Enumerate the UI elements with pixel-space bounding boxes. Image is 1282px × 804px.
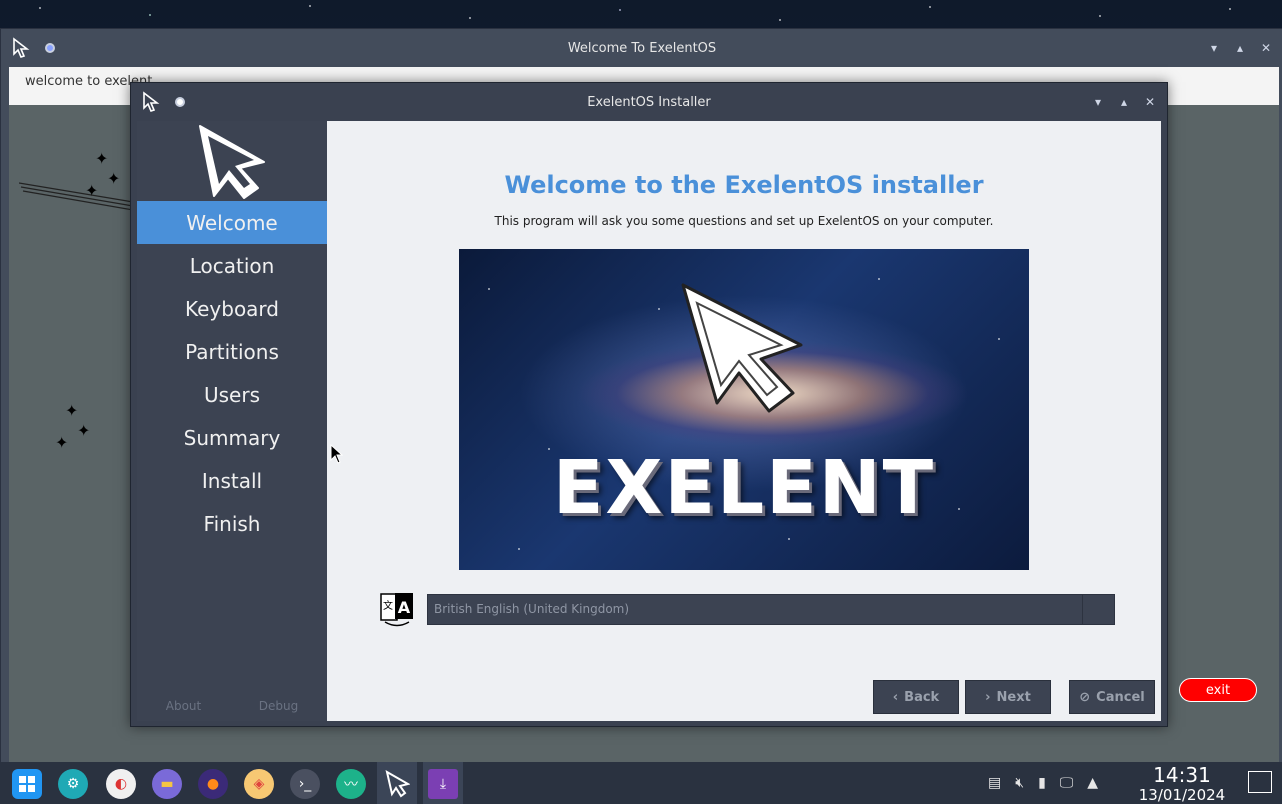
- navigation-buttons: ‹ Back › Next ⊘ Cancel: [327, 680, 1161, 714]
- system-monitor-icon[interactable]: 〰: [336, 769, 366, 799]
- sidebar-logo: [137, 121, 327, 201]
- language-select[interactable]: British English (United Kingdom): [427, 594, 1115, 625]
- debug-button[interactable]: Debug: [259, 699, 298, 713]
- language-select-value: British English (United Kingdom): [434, 602, 630, 616]
- exelent-icon[interactable]: [382, 769, 412, 799]
- sidebar-item-finish[interactable]: Finish: [137, 502, 327, 545]
- pin-icon[interactable]: [45, 43, 55, 53]
- mouse-pointer-icon: [330, 444, 344, 464]
- maximize-icon[interactable]: ▴: [1115, 93, 1133, 111]
- sparkle-icon: ✦: [85, 181, 99, 200]
- files-icon[interactable]: ▬: [152, 769, 182, 799]
- svg-text:文: 文: [383, 599, 393, 612]
- firefox-icon[interactable]: ●: [198, 769, 228, 799]
- clock-date[interactable]: 13/01/2024: [1134, 786, 1230, 804]
- about-button[interactable]: About: [166, 699, 201, 713]
- close-icon[interactable]: ✕: [1257, 39, 1275, 57]
- sidebar-item-partitions[interactable]: Partitions: [137, 330, 327, 373]
- sidebar-item-location[interactable]: Location: [137, 244, 327, 287]
- cursor-logo-icon: [681, 283, 803, 413]
- sidebar-item-users[interactable]: Users: [137, 373, 327, 416]
- dropdown-arrow-icon[interactable]: [1082, 595, 1114, 624]
- cancel-button-label: Cancel: [1096, 689, 1145, 705]
- installer-window: ExelentOS Installer ▾ ▴ ✕ Welcome Locati…: [130, 82, 1168, 727]
- back-button[interactable]: ‹ Back: [873, 680, 959, 714]
- sidebar-item-summary[interactable]: Summary: [137, 416, 327, 459]
- language-row: A 文 British English (United Kingdom): [379, 591, 1119, 627]
- cursor-logo-icon: [199, 125, 265, 199]
- installer-sidebar: Welcome Location Keyboard Partitions Use…: [137, 121, 327, 721]
- sparkle-icon: ✦: [107, 169, 121, 188]
- toggle-app-icon[interactable]: ◐: [106, 769, 136, 799]
- usb-icon[interactable]: ▮: [1038, 775, 1046, 791]
- clipboard-icon[interactable]: ▤: [988, 775, 1001, 791]
- clock-time[interactable]: 14:31: [1150, 763, 1214, 787]
- welcome-window-title: Welcome To ExelentOS: [567, 40, 717, 56]
- store-icon[interactable]: ◈: [244, 769, 274, 799]
- cursor-logo-icon: [13, 37, 30, 58]
- system-tray: ▤ 🔇︎ ▮ 🖵︎ ▲: [988, 762, 1098, 804]
- cancel-button[interactable]: ⊘ Cancel: [1069, 680, 1155, 714]
- chevron-right-icon: ›: [985, 689, 991, 705]
- sparkle-icon: ✦: [65, 401, 79, 420]
- next-button-label: Next: [996, 689, 1031, 705]
- settings-icon[interactable]: ⚙: [58, 769, 88, 799]
- taskbar: ⚙ ◐ ▬ ● ◈ ›_ 〰 ⤓ ▤ 🔇︎ ▮ 🖵︎ ▲ 14:31 13/01…: [0, 762, 1282, 804]
- back-button-label: Back: [904, 689, 940, 705]
- next-button[interactable]: › Next: [965, 680, 1051, 714]
- pin-icon[interactable]: [175, 97, 185, 107]
- terminal-icon[interactable]: ›_: [290, 769, 320, 799]
- mute-icon[interactable]: 🔇︎: [1015, 775, 1024, 791]
- minimize-icon[interactable]: ▾: [1205, 39, 1223, 57]
- sparkle-icon: ✦: [77, 421, 91, 440]
- installer-titlebar[interactable]: ExelentOS Installer ▾ ▴ ✕: [131, 83, 1167, 121]
- translate-icon: A 文: [380, 593, 413, 627]
- start-menu-icon[interactable]: [12, 769, 42, 799]
- cancel-icon: ⊘: [1079, 689, 1091, 705]
- close-icon[interactable]: ✕: [1141, 93, 1159, 111]
- tray-expand-icon[interactable]: ▲: [1087, 775, 1098, 791]
- chevron-left-icon: ‹: [892, 689, 899, 705]
- banner-text: EXELENT: [552, 445, 936, 531]
- show-desktop-icon[interactable]: [1248, 771, 1272, 793]
- sidebar-item-keyboard[interactable]: Keyboard: [137, 287, 327, 330]
- minimize-icon[interactable]: ▾: [1089, 93, 1107, 111]
- page-title: Welcome to the ExelentOS installer: [504, 171, 984, 199]
- installer-main: Welcome to the ExelentOS installer This …: [327, 121, 1161, 721]
- sparkle-icon: ✦: [55, 433, 69, 452]
- network-icon[interactable]: 🖵︎: [1060, 775, 1074, 791]
- sidebar-item-install[interactable]: Install: [137, 459, 327, 502]
- svg-text:A: A: [398, 598, 411, 617]
- welcome-window-titlebar[interactable]: Welcome To ExelentOS ▾ ▴ ✕: [1, 29, 1282, 67]
- installer-icon[interactable]: ⤓: [428, 769, 458, 799]
- sidebar-item-welcome[interactable]: Welcome: [137, 201, 327, 244]
- comet-decoration: [19, 182, 139, 212]
- exit-button[interactable]: exit: [1179, 678, 1257, 702]
- welcome-banner-image: EXELENT: [459, 249, 1029, 570]
- installer-title: ExelentOS Installer: [587, 94, 711, 110]
- page-subtitle: This program will ask you some questions…: [494, 214, 994, 228]
- sparkle-icon: ✦: [95, 149, 109, 168]
- cursor-logo-icon: [143, 91, 160, 112]
- maximize-icon[interactable]: ▴: [1231, 39, 1249, 57]
